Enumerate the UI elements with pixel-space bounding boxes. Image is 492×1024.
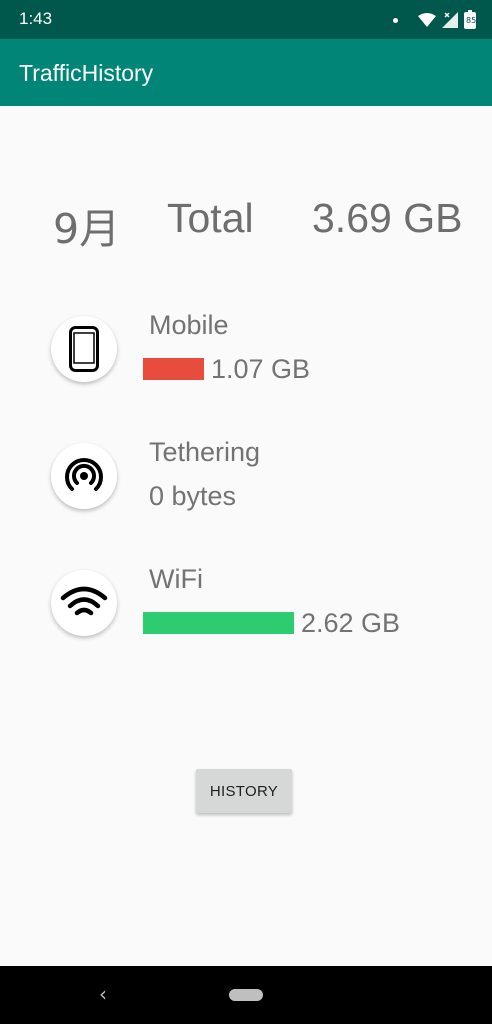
usage-item-mobile: Mobile 1.07 GB (0, 310, 492, 416)
status-icons: 85 (393, 9, 476, 30)
wifi-icon (51, 570, 117, 636)
battery-icon: 85 (464, 9, 476, 29)
signal-icon (442, 12, 458, 28)
status-time: 1:43 (19, 9, 53, 28)
notification-dot-icon (393, 17, 398, 23)
tethering-hotspot-icon (51, 443, 117, 509)
summary-month: 9月 (53, 205, 121, 253)
wifi-value: 2.62 GB (301, 607, 401, 638)
home-pill-icon[interactable] (229, 989, 263, 1001)
wifi-usage-bar (143, 612, 294, 634)
wifi-value-row: 2.62 GB (143, 606, 400, 640)
usage-item-wifi: WiFi 2.62 GB (0, 564, 492, 670)
tethering-value: 0 bytes (149, 480, 237, 511)
summary-label: Total (167, 195, 254, 241)
mobile-label: Mobile (149, 310, 229, 340)
summary-row: 9月 Total 3.69 GB (0, 195, 492, 253)
back-icon[interactable]: ‹ (99, 982, 107, 1006)
mobile-usage-bar (143, 358, 204, 380)
navigation-bar: ‹ (0, 966, 492, 1024)
smartphone-icon (51, 316, 117, 382)
mobile-value: 1.07 GB (211, 353, 311, 384)
usage-item-tethering: Tethering 0 bytes (0, 437, 492, 543)
status-bar: 1:43 85 (0, 0, 492, 39)
summary-total: 3.69 GB (312, 195, 463, 241)
tethering-value-row: 0 bytes (149, 479, 236, 513)
history-button[interactable]: HISTORY (196, 769, 292, 813)
wifi-status-icon (418, 13, 436, 27)
mobile-value-row: 1.07 GB (143, 352, 310, 386)
app-title: TrafficHistory (19, 60, 154, 86)
app-bar: TrafficHistory (0, 39, 492, 106)
wifi-label: WiFi (149, 564, 203, 594)
tethering-label: Tethering (149, 437, 261, 467)
